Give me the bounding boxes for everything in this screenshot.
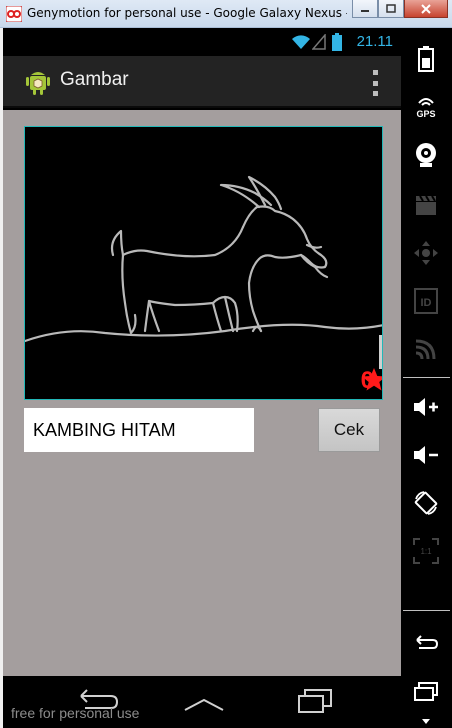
- volume-down-icon[interactable]: [411, 440, 441, 470]
- answer-input[interactable]: [24, 408, 254, 452]
- genymotion-sidebar: GPS ID 1:1: [401, 28, 452, 728]
- status-time: 21.11: [356, 33, 393, 50]
- cast-icon[interactable]: [411, 334, 441, 364]
- dpad-icon[interactable]: [411, 238, 441, 268]
- genymotion-app-icon: [6, 6, 22, 22]
- maximize-icon: [386, 3, 396, 13]
- battery-icon[interactable]: [411, 44, 441, 74]
- signal-icon: [312, 34, 326, 50]
- gps-label: GPS: [416, 109, 435, 119]
- puzzle-image: 0: [24, 126, 383, 400]
- action-bar: Gambar: [3, 56, 401, 108]
- page-title: Gambar: [60, 69, 129, 90]
- volume-up-icon[interactable]: [411, 392, 441, 422]
- identifiers-icon[interactable]: ID: [411, 286, 441, 316]
- close-icon: [421, 3, 431, 14]
- android-app-icon[interactable]: [23, 67, 53, 97]
- goat-drawing: [25, 175, 382, 343]
- window-title: Genymotion for personal use - Google Gal…: [27, 6, 347, 20]
- id-label: ID: [421, 297, 432, 309]
- star-icon: [361, 368, 382, 391]
- wifi-icon: [292, 35, 310, 49]
- back-icon[interactable]: [411, 628, 441, 658]
- android-screen: 21.11 Gambar KAMBING HITAM Cek: [3, 28, 401, 728]
- nav-recents-icon[interactable]: [293, 686, 339, 716]
- score-display: 0: [361, 367, 382, 395]
- nav-home-icon[interactable]: [181, 686, 227, 716]
- gps-icon[interactable]: GPS: [411, 92, 441, 122]
- video-capture-icon[interactable]: [411, 190, 441, 220]
- window-title-bar[interactable]: Genymotion for personal use - Google Gal…: [0, 0, 452, 28]
- status-bar: 21.11: [3, 28, 401, 56]
- overflow-menu-icon[interactable]: [371, 70, 379, 96]
- scale-icon[interactable]: 1:1: [411, 536, 441, 566]
- sidebar-separator: [403, 377, 450, 378]
- personal-use-watermark: free for personal use: [11, 705, 140, 721]
- recent-apps-icon[interactable]: [411, 676, 441, 706]
- maximize-button[interactable]: [378, 0, 404, 18]
- emulator-window: Genymotion for personal use - Google Gal…: [0, 0, 452, 728]
- scale-label: 1:1: [420, 547, 432, 556]
- image-scrollbar[interactable]: [379, 335, 382, 369]
- minimize-icon: [361, 9, 369, 12]
- check-button[interactable]: Cek: [318, 408, 380, 452]
- battery-status-icon: [332, 33, 342, 51]
- sidebar-separator: [403, 610, 450, 611]
- rotate-icon[interactable]: [411, 488, 441, 518]
- menu-arrow-icon[interactable]: [411, 706, 441, 728]
- close-button[interactable]: [404, 0, 448, 18]
- webcam-icon[interactable]: [411, 140, 441, 170]
- puzzle-content: 0 Cek: [3, 110, 401, 676]
- minimize-button[interactable]: [352, 0, 378, 18]
